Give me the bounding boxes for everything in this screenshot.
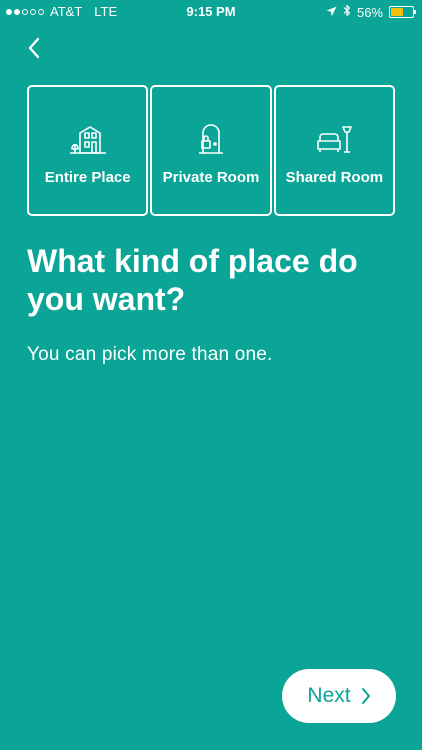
place-type-options: Entire Place Private Room Shared Room	[27, 85, 395, 216]
battery-percent-label: 56%	[356, 4, 383, 20]
chevron-left-icon	[28, 37, 40, 59]
status-bar: AT&T LTE 9:15 PM 56%	[0, 0, 422, 24]
couch-lamp-icon	[314, 119, 354, 159]
subtitle: You can pick more than one.	[27, 344, 273, 365]
battery-level	[391, 8, 403, 16]
screen: AT&T LTE 9:15 PM 56% Entire Place Privat…	[0, 0, 422, 750]
house-icon	[68, 119, 108, 159]
bluetooth-icon	[343, 4, 351, 20]
option-label: Private Room	[162, 169, 260, 186]
next-button-label: Next	[307, 684, 351, 707]
status-right: 56%	[326, 4, 416, 20]
option-entire-place[interactable]: Entire Place	[27, 85, 149, 216]
door-lock-icon	[191, 119, 231, 159]
option-shared-room[interactable]: Shared Room	[273, 85, 395, 216]
option-private-room[interactable]: Private Room	[150, 85, 272, 216]
option-label: Entire Place	[44, 169, 131, 186]
page-title: What kind of place do you want?	[27, 243, 358, 317]
next-button[interactable]: Next	[282, 669, 396, 723]
back-button[interactable]	[20, 34, 48, 62]
location-arrow-icon	[326, 5, 337, 20]
battery-icon	[389, 6, 416, 18]
option-label: Shared Room	[285, 169, 384, 186]
chevron-right-icon	[361, 688, 370, 704]
